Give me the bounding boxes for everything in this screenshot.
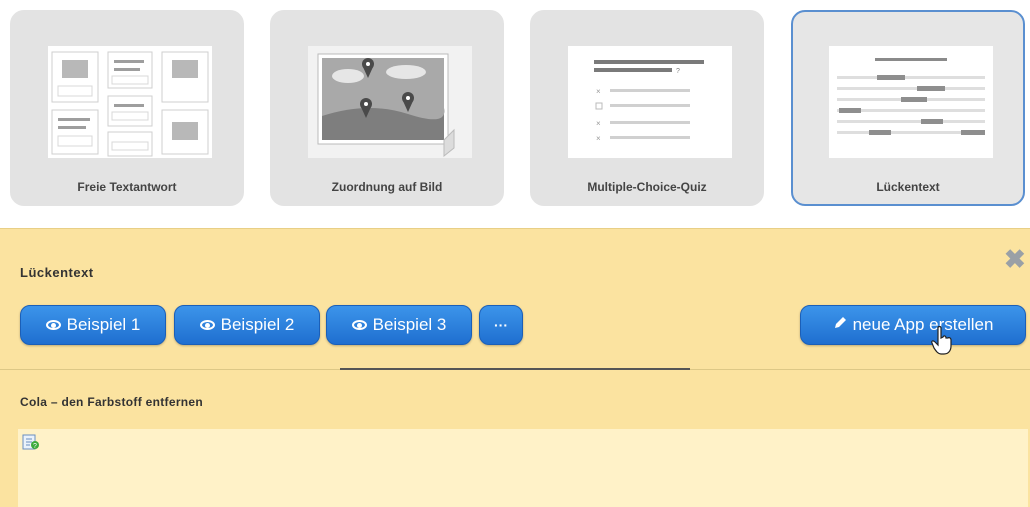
- template-card-cloze-text[interactable]: Lückentext: [791, 10, 1025, 206]
- free-text-template-icon: [48, 46, 212, 158]
- example-3-label: Beispiel 3: [372, 315, 447, 334]
- template-card-image-map[interactable]: Zuordnung auf Bild: [270, 10, 504, 206]
- edit-question-icon[interactable]: ?: [22, 433, 40, 456]
- hand-cursor-icon: [930, 325, 954, 361]
- svg-text:×: ×: [596, 119, 601, 128]
- template-card-label: Lückentext: [876, 180, 940, 194]
- example-1-button[interactable]: Beispiel 1: [20, 305, 166, 345]
- template-card-free-text[interactable]: Freie Textantwort: [10, 10, 244, 206]
- divider-accent: [340, 368, 690, 370]
- svg-text:×: ×: [596, 134, 601, 143]
- create-app-button[interactable]: neue App erstellen: [800, 305, 1026, 345]
- eye-icon: [199, 320, 215, 330]
- create-app-label: neue App erstellen: [852, 315, 994, 334]
- image-map-template-icon: [308, 46, 472, 158]
- example-3-button[interactable]: Beispiel 3: [326, 305, 472, 345]
- app-preview-area: ?: [18, 429, 1028, 507]
- pencil-icon: [833, 315, 847, 335]
- more-examples-button[interactable]: ···: [479, 305, 523, 345]
- eye-icon: [45, 320, 61, 330]
- svg-text:?: ?: [33, 443, 37, 450]
- svg-text:?: ?: [676, 68, 680, 75]
- eye-icon: [351, 320, 367, 330]
- example-2-label: Beispiel 2: [220, 315, 295, 334]
- close-icon[interactable]: ✖: [1004, 246, 1026, 272]
- multiple-choice-template-icon: ? × × ×: [568, 46, 732, 158]
- template-gallery: Freie Textantwort Zuordnung auf Bild ? ×…: [0, 0, 1030, 220]
- template-card-label: Freie Textantwort: [77, 180, 177, 194]
- panel-title: Lückentext: [20, 265, 94, 280]
- svg-text:×: ×: [596, 87, 601, 96]
- template-card-label: Multiple-Choice-Quiz: [587, 180, 707, 194]
- template-detail-panel: Lückentext ✖ Beispiel 1 Beispiel 2 Beisp…: [0, 228, 1030, 507]
- template-card-label: Zuordnung auf Bild: [331, 180, 443, 194]
- example-2-button[interactable]: Beispiel 2: [174, 305, 320, 345]
- more-dots-icon: ···: [494, 317, 508, 333]
- app-title: Cola – den Farbstoff entfernen: [20, 395, 204, 409]
- cloze-text-template-icon: [829, 46, 993, 158]
- template-card-multiple-choice[interactable]: ? × × × Multiple-Choice-Quiz: [530, 10, 764, 206]
- example-1-label: Beispiel 1: [66, 315, 141, 334]
